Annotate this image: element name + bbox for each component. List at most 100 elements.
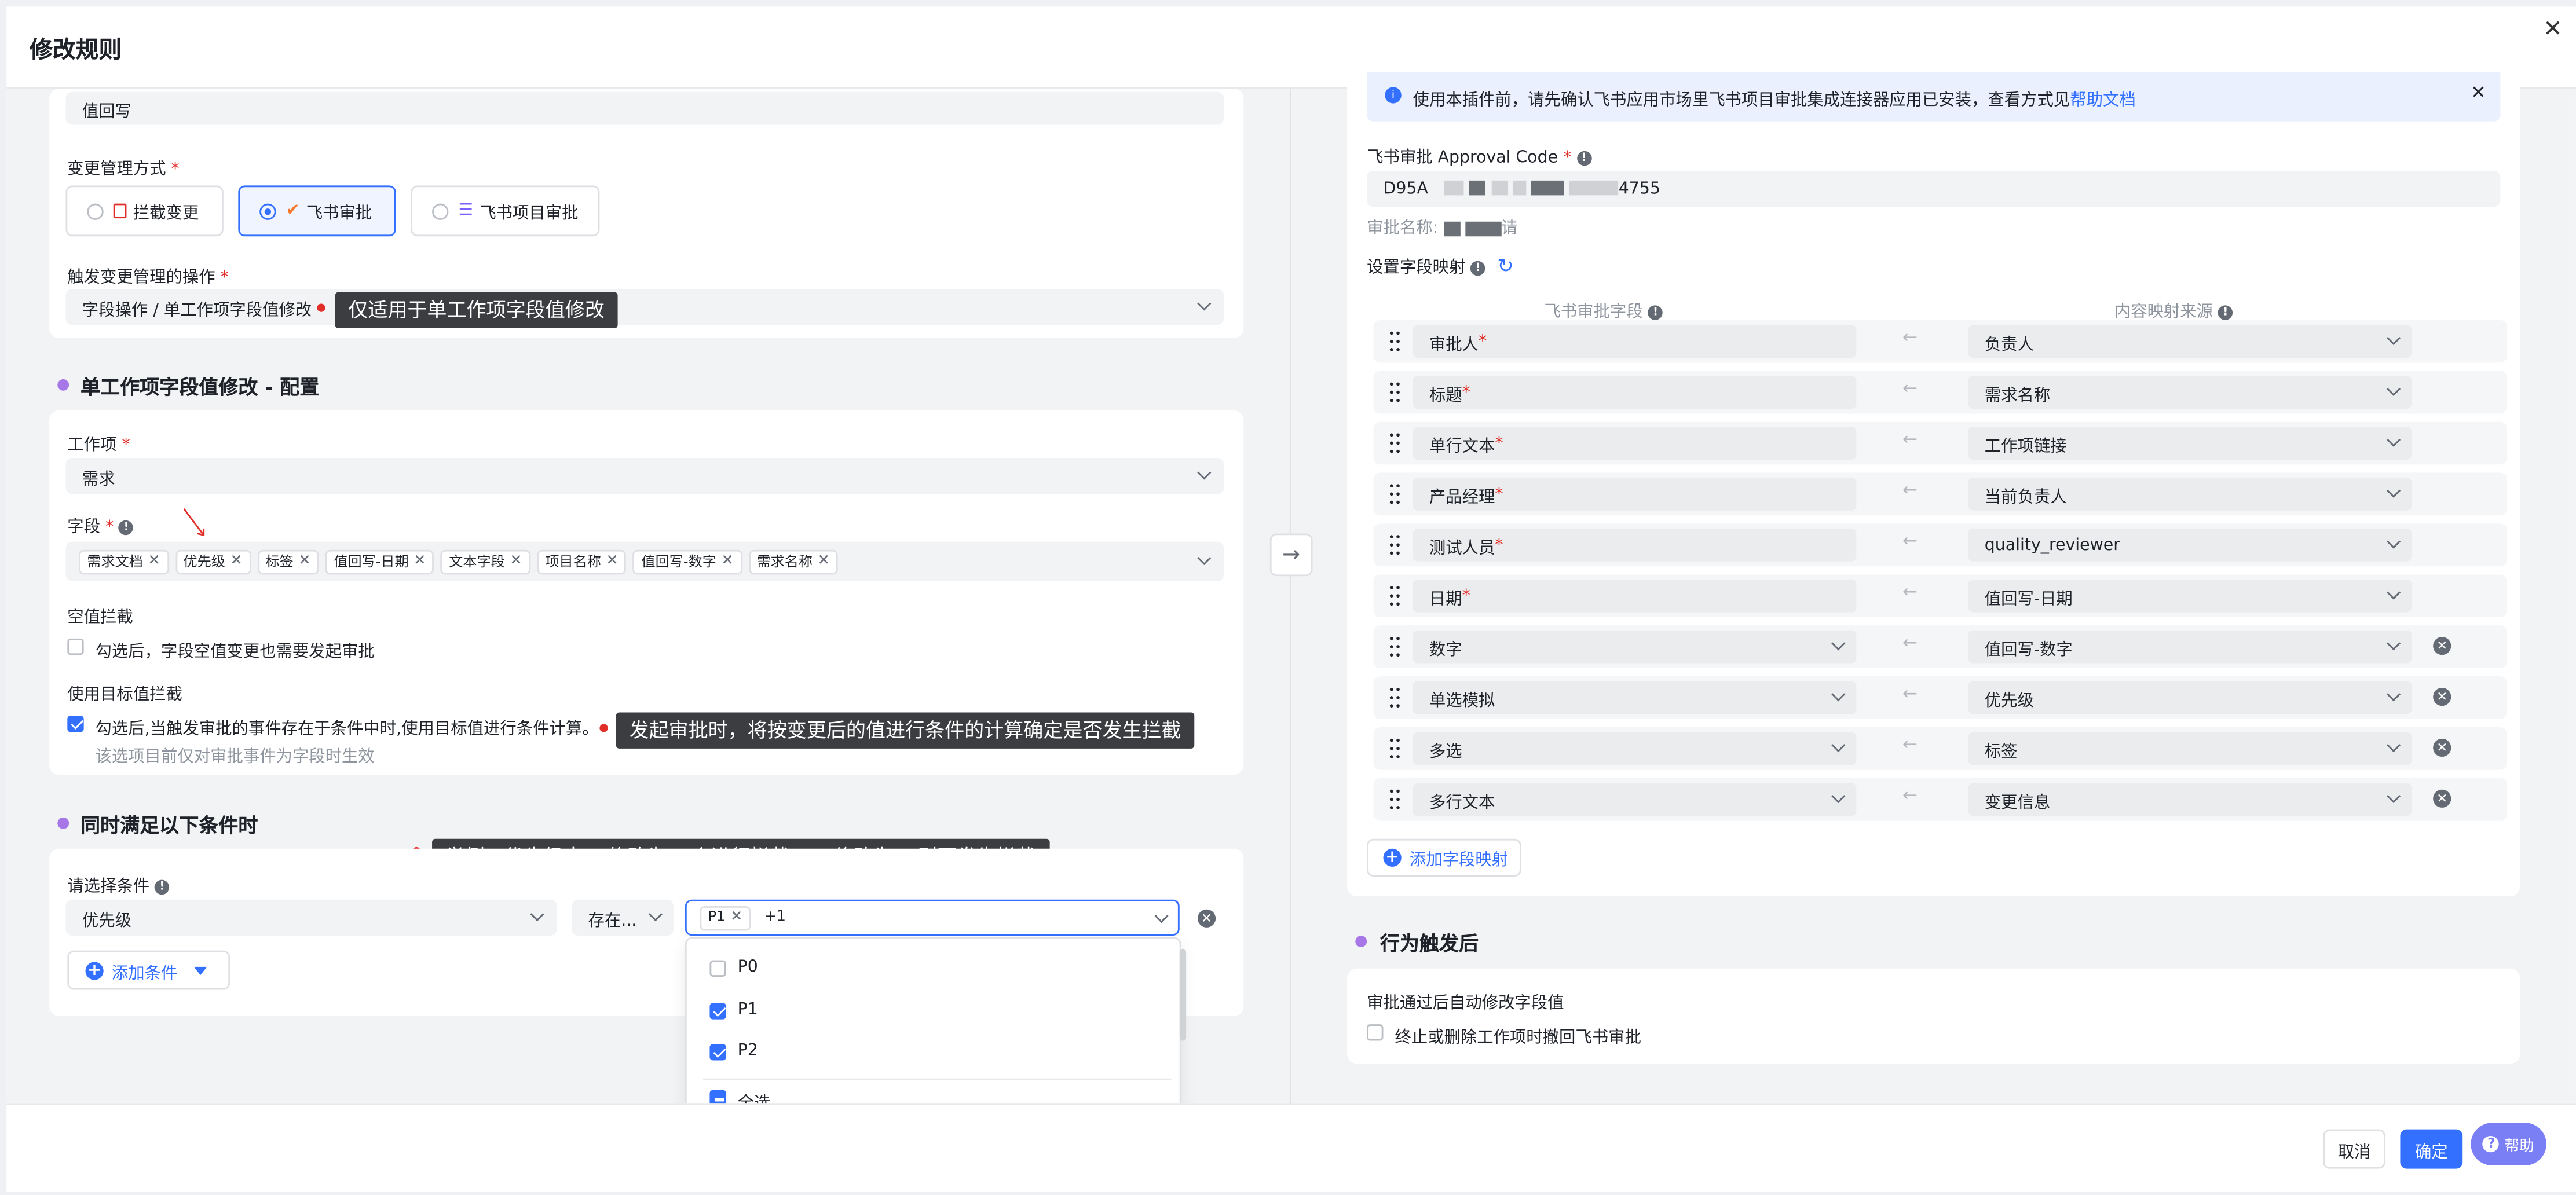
mapping-source-select[interactable]: 负责人: [1968, 325, 2412, 358]
remove-mapping-icon[interactable]: ✕: [2433, 687, 2451, 706]
field-tag[interactable]: 项目名称 ✕: [537, 549, 627, 574]
caret-down-icon[interactable]: [193, 966, 207, 974]
add-condition-button[interactable]: + 添加条件: [67, 950, 230, 990]
field-tag[interactable]: 优先级 ✕: [175, 549, 251, 574]
drag-handle-icon[interactable]: [1389, 484, 1400, 504]
drag-handle-icon[interactable]: [1389, 586, 1400, 606]
list-icon: ☰: [458, 201, 473, 220]
arrow-left-icon: ←: [1902, 734, 1918, 756]
chevron-down-icon: [1831, 738, 1846, 753]
approval-field[interactable]: 测试人员 *: [1413, 528, 1857, 562]
remove-mapping-icon[interactable]: ✕: [2433, 789, 2451, 808]
help-button[interactable]: ? 帮助: [2471, 1123, 2546, 1165]
drag-handle-icon[interactable]: [1389, 331, 1400, 351]
fields-label: 字段 * !: [67, 512, 134, 537]
trigger-label: 触发变更管理的操作 *: [67, 269, 229, 288]
option-intercept-change[interactable]: 拦截变更: [65, 185, 224, 237]
field-tag[interactable]: 需求文档 ✕: [79, 549, 169, 574]
value-tag[interactable]: P1 ✕: [700, 905, 751, 930]
radio-icon: [432, 203, 449, 219]
option-checkbox[interactable]: [709, 960, 726, 977]
help-icon[interactable]: !: [2218, 304, 2233, 320]
remove-mapping-icon[interactable]: ✕: [2433, 637, 2451, 655]
fields-multiselect[interactable]: 需求文档 ✕ 优先级 ✕ 标签 ✕ 值回写-日期 ✕ 文本字段 ✕ 项目名称 ✕ 值回写-数…: [65, 541, 1224, 581]
target-intercept-checkbox[interactable]: [67, 716, 84, 732]
top-value-field[interactable]: 值回写: [65, 91, 1224, 125]
chevron-down-icon: [2387, 534, 2401, 549]
mapping-source-select[interactable]: 当前负责人: [1968, 478, 2412, 511]
mapping-row: 单选模拟 ← 优先级 ✕: [1373, 676, 2507, 719]
condition-operator-select[interactable]: 存在...: [572, 899, 674, 936]
approval-field[interactable]: 单选模拟: [1413, 681, 1857, 714]
drag-handle-icon[interactable]: [1389, 433, 1400, 453]
dropdown-option-p2[interactable]: P2: [687, 1032, 1180, 1072]
mapping-source-select[interactable]: 需求名称: [1968, 376, 2412, 409]
help-doc-link[interactable]: 帮助文档: [2070, 92, 2135, 110]
plus-icon: +: [1383, 848, 1402, 867]
condition-field-value: 优先级: [82, 911, 131, 930]
dropdown-scrollbar[interactable]: [1179, 948, 1187, 1041]
remove-condition-icon[interactable]: ✕: [1197, 909, 1216, 928]
annotation-dot: [599, 724, 608, 732]
confirm-button[interactable]: 确定: [2400, 1129, 2463, 1169]
target-intercept-label: 使用目标值拦截: [67, 686, 182, 705]
drag-handle-icon[interactable]: [1389, 738, 1400, 758]
field-tag[interactable]: 值回写-数字 ✕: [633, 549, 742, 574]
mapping-source-select[interactable]: 值回写-日期: [1968, 579, 2412, 613]
help-icon[interactable]: !: [119, 519, 134, 534]
remove-mapping-icon[interactable]: ✕: [2433, 738, 2451, 757]
approval-field[interactable]: 多选: [1413, 732, 1857, 765]
add-field-mapping-button[interactable]: + 添加字段映射: [1367, 838, 1521, 877]
drag-handle-icon[interactable]: [1389, 687, 1400, 708]
mapping-row: 多行文本 ← 变更信息 ✕: [1373, 778, 2507, 821]
drag-handle-icon[interactable]: [1389, 535, 1400, 555]
field-tag[interactable]: 需求名称 ✕: [748, 549, 839, 574]
condition-value-select[interactable]: P1 ✕ +1: [685, 899, 1180, 936]
drag-handle-icon[interactable]: [1389, 637, 1400, 657]
field-tag[interactable]: 值回写-日期 ✕: [325, 549, 434, 574]
drag-handle-icon[interactable]: [1389, 382, 1400, 402]
help-icon[interactable]: !: [1648, 304, 1663, 320]
banner-close-icon[interactable]: ✕: [2471, 82, 2486, 104]
help-icon[interactable]: !: [155, 879, 170, 894]
mapping-source-select[interactable]: 变更信息: [1968, 783, 2412, 816]
approval-field[interactable]: 多行文本: [1413, 783, 1857, 816]
drag-handle-icon[interactable]: [1389, 789, 1400, 809]
approval-code-input[interactable]: D95A 4755: [1367, 170, 2501, 207]
close-icon[interactable]: ✕: [2543, 16, 2562, 42]
approval-field[interactable]: 数字: [1413, 630, 1857, 664]
dropdown-option-p1[interactable]: P1: [687, 991, 1180, 1031]
mapping-source-select[interactable]: 值回写-数字: [1968, 630, 2412, 664]
feishu-logo-icon: ✔: [286, 201, 300, 220]
field-tag[interactable]: 标签 ✕: [257, 549, 319, 574]
mapping-source-value: 需求名称: [1984, 386, 2051, 405]
cancel-button[interactable]: 取消: [2323, 1129, 2385, 1169]
condition-field-select[interactable]: 优先级: [65, 899, 557, 936]
mapping-source-select[interactable]: 标签: [1968, 732, 2412, 765]
approval-field[interactable]: 单行文本 *: [1413, 427, 1857, 460]
help-icon[interactable]: !: [1470, 260, 1485, 275]
trigger-select[interactable]: 字段操作 / 单工作项字段值修改: [65, 288, 1224, 325]
approval-field[interactable]: 日期 *: [1413, 579, 1857, 613]
mapping-source-select[interactable]: quality_reviewer: [1968, 528, 2412, 562]
field-tag[interactable]: 文本字段 ✕: [441, 549, 530, 574]
option-checkbox[interactable]: [709, 1044, 726, 1061]
mapping-source-select[interactable]: 优先级: [1968, 681, 2412, 714]
approval-field[interactable]: 产品经理 *: [1413, 478, 1857, 511]
required-mark: *: [1479, 332, 1487, 351]
option-project-approval[interactable]: ☰ 飞书项目审批: [411, 185, 600, 237]
option-feishu-approval[interactable]: ✔ 飞书审批: [238, 185, 396, 237]
dropdown-option-p0[interactable]: P0: [687, 949, 1180, 988]
approval-field-label: 多行文本: [1429, 793, 1495, 812]
help-icon[interactable]: !: [1576, 150, 1591, 165]
withdraw-approval-checkbox[interactable]: [1367, 1024, 1384, 1041]
arrow-right-icon[interactable]: →: [1269, 533, 1313, 577]
redacted-block: [1444, 179, 1619, 197]
option-checkbox[interactable]: [709, 1003, 726, 1020]
work-item-select[interactable]: 需求: [65, 458, 1224, 494]
empty-intercept-checkbox[interactable]: [67, 638, 84, 655]
refresh-icon[interactable]: ↻: [1497, 254, 1514, 277]
mapping-source-select[interactable]: 工作项链接: [1968, 427, 2412, 460]
approval-field[interactable]: 审批人 *: [1413, 325, 1857, 358]
approval-field[interactable]: 标题 *: [1413, 376, 1857, 409]
